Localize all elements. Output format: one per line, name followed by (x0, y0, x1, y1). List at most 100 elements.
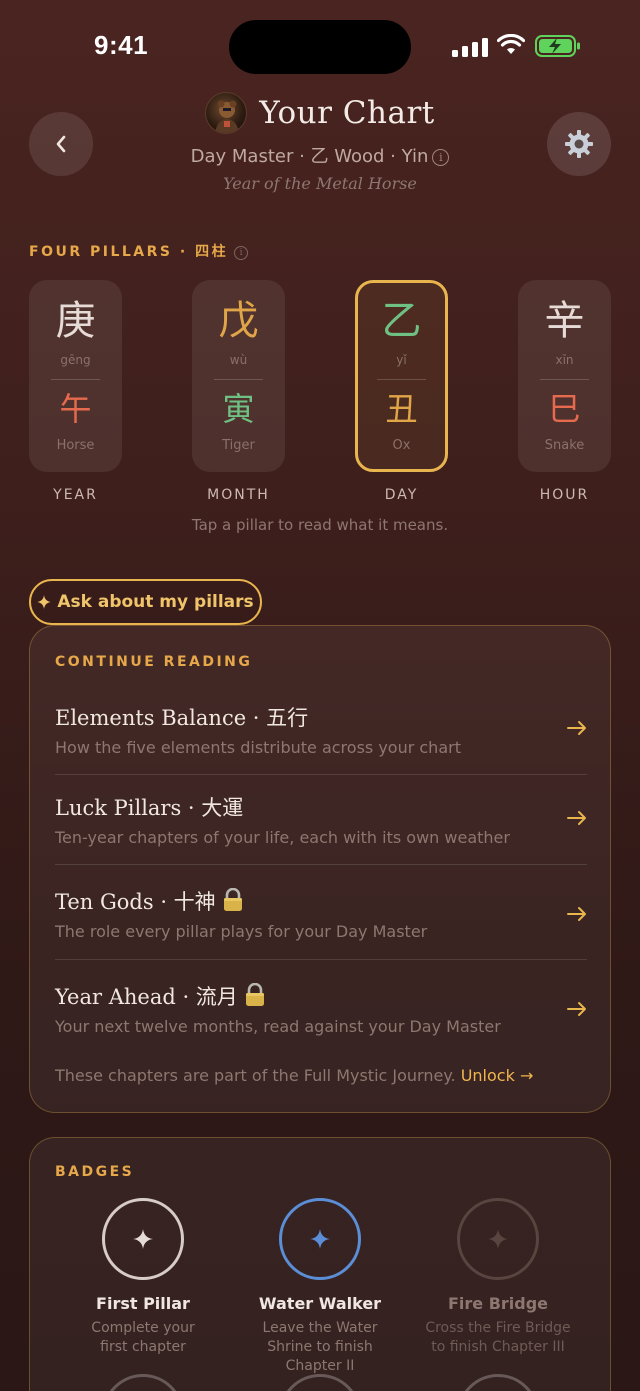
badge-fire-bridge[interactable]: Fire Bridge Cross the Fire Bridge to fin… (408, 1198, 588, 1357)
badges-card: BADGES First Pillar Complete your first … (29, 1137, 611, 1391)
reading-row-title: Luck Pillars · 大運 (55, 796, 244, 820)
wifi-icon (497, 34, 525, 54)
reading-row-description: Your next twelve months, read against yo… (55, 1017, 501, 1036)
pillar-animal: Ox (392, 438, 411, 453)
pillar-pinyin: wù (229, 353, 248, 367)
four-pillars-label-text: FOUR PILLARS · 四柱 (29, 244, 229, 260)
four-pillars-label: FOUR PILLARS · 四柱 i (29, 241, 249, 261)
pillar-label-hour: HOUR (539, 487, 590, 503)
continue-reading-card: CONTINUE READING Elements Balance · 五行 H… (29, 625, 611, 1113)
pillars-row: 庚 gēng 午 Horse YEAR 戊 wù 寅 Tiger MONTH 乙… (0, 280, 640, 534)
day-master-text: Day Master · 乙 Wood · Yin (190, 146, 429, 167)
badge-ring-next[interactable] (102, 1374, 184, 1391)
reading-row-year-ahead[interactable]: Year Ahead · 流月 Your next twelve months,… (55, 981, 587, 1036)
badge-name: Water Walker (258, 1294, 382, 1313)
avatar[interactable] (205, 92, 248, 134)
badge-name: Fire Bridge (447, 1294, 549, 1313)
dynamic-island (229, 20, 411, 74)
battery-charging-icon (535, 35, 580, 57)
reading-row-title-wrap: Ten Gods · 十神 (55, 886, 587, 916)
pillar-animal: Tiger (222, 438, 255, 453)
sparkle-icon (133, 1229, 153, 1249)
pillar-divider (377, 379, 426, 380)
pillar-animal: Snake (544, 438, 585, 453)
reading-row-title: Ten Gods · 十神 (55, 890, 216, 914)
unlock-link[interactable]: Unlock → (461, 1066, 534, 1085)
year-tagline: Year of the Metal Horse (223, 174, 417, 193)
arrow-right-icon (567, 811, 586, 825)
sparkle-icon (310, 1229, 330, 1249)
pillar-stem: 辛 (544, 298, 585, 344)
page-title: Your Chart (259, 95, 435, 131)
badge-ring-next[interactable] (457, 1374, 539, 1391)
pillar-stem: 庚 (55, 298, 96, 344)
badge-first-pillar[interactable]: First Pillar Complete your first chapter (53, 1198, 233, 1357)
badge-ring-next[interactable] (279, 1374, 361, 1391)
pillar-year[interactable]: 庚 gēng 午 Horse (29, 280, 122, 472)
avatar-figure-icon (215, 100, 240, 133)
reading-row-description: How the five elements distribute across … (55, 738, 461, 757)
sparkle-icon (488, 1229, 508, 1249)
cellular-signal-icon (452, 37, 488, 57)
continue-reading-label: CONTINUE READING (55, 654, 253, 670)
row-divider (55, 959, 587, 960)
sparkle-icon (37, 595, 52, 609)
pillar-pinyin: xīn (555, 353, 574, 367)
badges-label: BADGES (55, 1164, 135, 1180)
pillar-divider (51, 379, 100, 380)
reading-row-elements[interactable]: Elements Balance · 五行 How the five eleme… (55, 702, 587, 757)
row-divider (55, 774, 587, 775)
pillar-label-day: DAY (384, 487, 419, 503)
badge-ring (279, 1198, 361, 1280)
unlock-note-text: These chapters are part of the Full Myst… (55, 1066, 456, 1085)
pillar-divider (214, 379, 263, 380)
ask-button-label: Ask about my pillars (57, 592, 254, 612)
reading-row-title: Elements Balance · 五行 (55, 706, 309, 730)
pillar-branch: 丑 (385, 390, 418, 428)
pillar-stem: 乙 (381, 298, 422, 344)
arrow-right-icon (567, 1002, 586, 1016)
pillar-animal: Horse (56, 438, 95, 453)
unlock-note: These chapters are part of the Full Myst… (55, 1066, 533, 1085)
settings-button[interactable] (547, 112, 611, 176)
pillar-branch: 巳 (548, 390, 581, 428)
badge-ring (102, 1198, 184, 1280)
pillar-branch: 午 (59, 390, 92, 428)
pillar-pinyin: gēng (60, 353, 91, 367)
pillars-hint: Tap a pillar to read what it means. (191, 516, 449, 534)
status-time: 9:41 (94, 30, 149, 60)
chart-header: Your Chart Day Master · 乙 Wood · Yin i Ye… (0, 88, 640, 198)
gear-icon (565, 130, 593, 158)
ask-about-pillars-button[interactable]: Ask about my pillars (29, 579, 262, 625)
pillar-branch: 寅 (222, 390, 255, 428)
reading-row-description: The role every pillar plays for your Day… (55, 922, 428, 941)
pillar-stem: 戊 (218, 298, 259, 344)
reading-row-title: Year Ahead · 流月 (55, 985, 238, 1009)
badge-description: Complete your first chapter (91, 1320, 195, 1355)
pillar-label-month: MONTH (207, 487, 270, 503)
pillar-hour[interactable]: 辛 xīn 巳 Snake (518, 280, 611, 472)
pillar-day[interactable]: 乙 yǐ 丑 Ox (355, 280, 448, 472)
info-icon[interactable]: i (432, 149, 450, 166)
lock-icon (245, 983, 264, 1006)
pillar-month[interactable]: 戊 wù 寅 Tiger (192, 280, 285, 472)
pillar-divider (540, 379, 589, 380)
status-bar: 9:41 (0, 0, 640, 92)
badge-name: First Pillar (96, 1294, 190, 1313)
pillar-pinyin: yǐ (396, 353, 407, 367)
badge-water-walker[interactable]: Water Walker Leave the Water Shrine to f… (230, 1198, 410, 1376)
info-icon[interactable]: i (234, 246, 249, 260)
reading-row-ten-gods[interactable]: Ten Gods · 十神 The role every pillar play… (55, 886, 587, 941)
row-divider (55, 864, 587, 865)
badge-ring (457, 1198, 539, 1280)
pillar-label-year: YEAR (53, 487, 98, 503)
reading-row-luck-pillars[interactable]: Luck Pillars · 大運 Ten-year chapters of y… (55, 792, 587, 847)
badge-description: Leave the Water Shrine to finish Chapter… (262, 1320, 378, 1374)
arrow-right-icon (567, 721, 586, 735)
lock-icon (223, 888, 242, 911)
badge-description: Cross the Fire Bridge to finish Chapter … (425, 1320, 571, 1355)
title-row: Your Chart (0, 92, 640, 134)
reading-row-title-wrap: Year Ahead · 流月 (55, 981, 587, 1011)
day-master-subtitle: Day Master · 乙 Wood · Yin i (0, 142, 640, 168)
arrow-right-icon (567, 907, 586, 921)
